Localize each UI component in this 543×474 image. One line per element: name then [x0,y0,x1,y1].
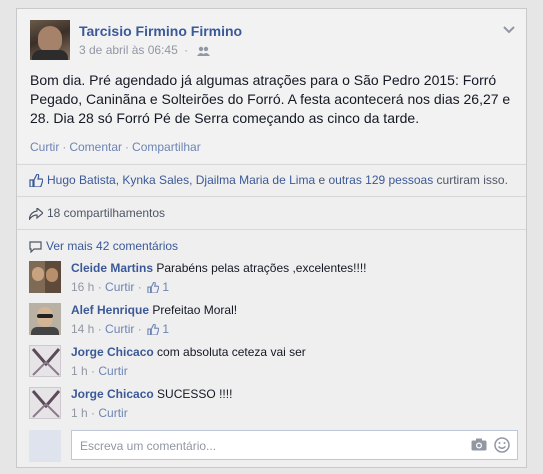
action-separator: · [62,140,67,154]
avatar-shirt [32,50,68,60]
commenter-avatar[interactable] [29,261,61,293]
divider [17,229,526,230]
likes-summary: Hugo Batista, Kynka Sales, Djailma Maria… [29,173,508,190]
likes-others-link[interactable]: outras 129 pessoas [328,173,433,187]
post-meta: 3 de abril às 06:45 · [79,43,211,59]
comment-bubble-icon [29,241,42,256]
shares-count[interactable]: 18 compartilhamentos [47,206,165,220]
comment-like-link[interactable]: Curtir [105,280,134,294]
post-text: Bom dia. Pré agendado já algumas atraçõe… [30,72,511,126]
divider [17,164,526,165]
view-more-comments-link[interactable]: Ver mais 42 comentários [46,239,178,253]
divider [17,196,526,197]
comment-meta: 1 h · Curtir [71,364,128,378]
comment-meta: 14 h · Curtir · 1 [71,322,170,338]
comment-item: Jorge Chicaco com absoluta ceteza vai se… [29,345,519,383]
likers-names[interactable]: Hugo Batista, Kynka Sales, Djailma Maria… [47,173,315,187]
comment-item: Alef Henrique Prefeitao Moral! 14 h · Cu… [29,303,519,341]
comment-like-count[interactable]: 1 [162,280,169,294]
like-link[interactable]: Curtir [30,140,59,154]
comment-text: SUCESSO !!!! [157,387,233,401]
comment-body: Jorge Chicaco SUCESSO !!!! 1 h · Curtir [71,387,511,420]
jorge-avatar-mark [31,348,60,376]
comment-like-link[interactable]: Curtir [98,406,127,420]
avatar-shirt [31,327,59,335]
author-avatar[interactable] [30,20,70,60]
camera-icon[interactable] [471,438,487,454]
comment-text: com absoluta ceteza vai ser [157,345,306,359]
commenter-name[interactable]: Jorge Chicaco [71,345,154,359]
jorge-avatar-mark [31,390,60,418]
comment-text: Prefeitao Moral! [152,303,238,317]
comment-input[interactable] [78,436,452,456]
comment-text: Parabéns pelas atrações ,excelentes!!!! [156,261,367,275]
commenter-avatar[interactable] [29,387,61,419]
thumbs-up-icon [29,173,44,190]
action-separator: · [125,140,130,154]
view-more-comments[interactable]: Ver mais 42 comentários [29,239,178,256]
share-link[interactable]: Compartilhar [132,140,201,154]
comment-time[interactable]: 14 h [71,322,94,336]
current-user-avatar [29,430,61,462]
comment-meta: 16 h · Curtir · 1 [71,280,170,296]
likes-connector: e [315,173,329,187]
avatar-face [46,268,58,282]
post-actions: Curtir · Comentar · Compartilhar [30,140,201,154]
comment-link[interactable]: Comentar [69,140,122,154]
thumbs-up-icon[interactable] [147,323,160,338]
meta-separator: · [184,43,189,57]
comment-meta: 1 h · Curtir [71,406,128,420]
comment-like-link[interactable]: Curtir [98,364,127,378]
likes-suffix: curtiram isso. [433,173,508,187]
avatar-glasses [37,314,53,318]
comment-like-link[interactable]: Curtir [105,322,134,336]
emoji-icon[interactable] [494,437,510,456]
commenter-name[interactable]: Jorge Chicaco [71,387,154,401]
avatar-face [32,267,44,281]
thumbs-up-icon[interactable] [147,281,160,296]
commenter-avatar[interactable] [29,303,61,335]
comment-item: Jorge Chicaco SUCESSO !!!! 1 h · Curtir [29,387,519,425]
share-arrow-icon [28,206,44,223]
commenter-avatar[interactable] [29,345,61,377]
post-header-section: Tarcisio Firmino Firmino 3 de abril às 0… [17,9,526,163]
chevron-down-icon[interactable] [503,21,515,37]
post-card: Tarcisio Firmino Firmino 3 de abril às 0… [16,8,527,468]
comment-composer[interactable] [71,430,518,460]
comment-body: Cleide Martins Parabéns pelas atrações ,… [71,261,511,296]
comment-item: Cleide Martins Parabéns pelas atrações ,… [29,261,519,299]
comment-time[interactable]: 1 h [71,406,88,420]
comment-body: Alef Henrique Prefeitao Moral! 14 h · Cu… [71,303,511,338]
commenter-name[interactable]: Cleide Martins [71,261,153,275]
comment-time[interactable]: 16 h [71,280,94,294]
post-date[interactable]: 3 de abril às 06:45 [79,43,178,57]
comment-like-count[interactable]: 1 [162,322,169,336]
comment-time[interactable]: 1 h [71,364,88,378]
commenter-name[interactable]: Alef Henrique [71,303,149,317]
comment-body: Jorge Chicaco com absoluta ceteza vai se… [71,345,511,378]
post-author-name[interactable]: Tarcisio Firmino Firmino [79,23,242,39]
friends-icon[interactable] [197,45,211,59]
shares-row[interactable]: 18 compartilhamentos [28,206,165,223]
avatar-face [38,26,62,52]
